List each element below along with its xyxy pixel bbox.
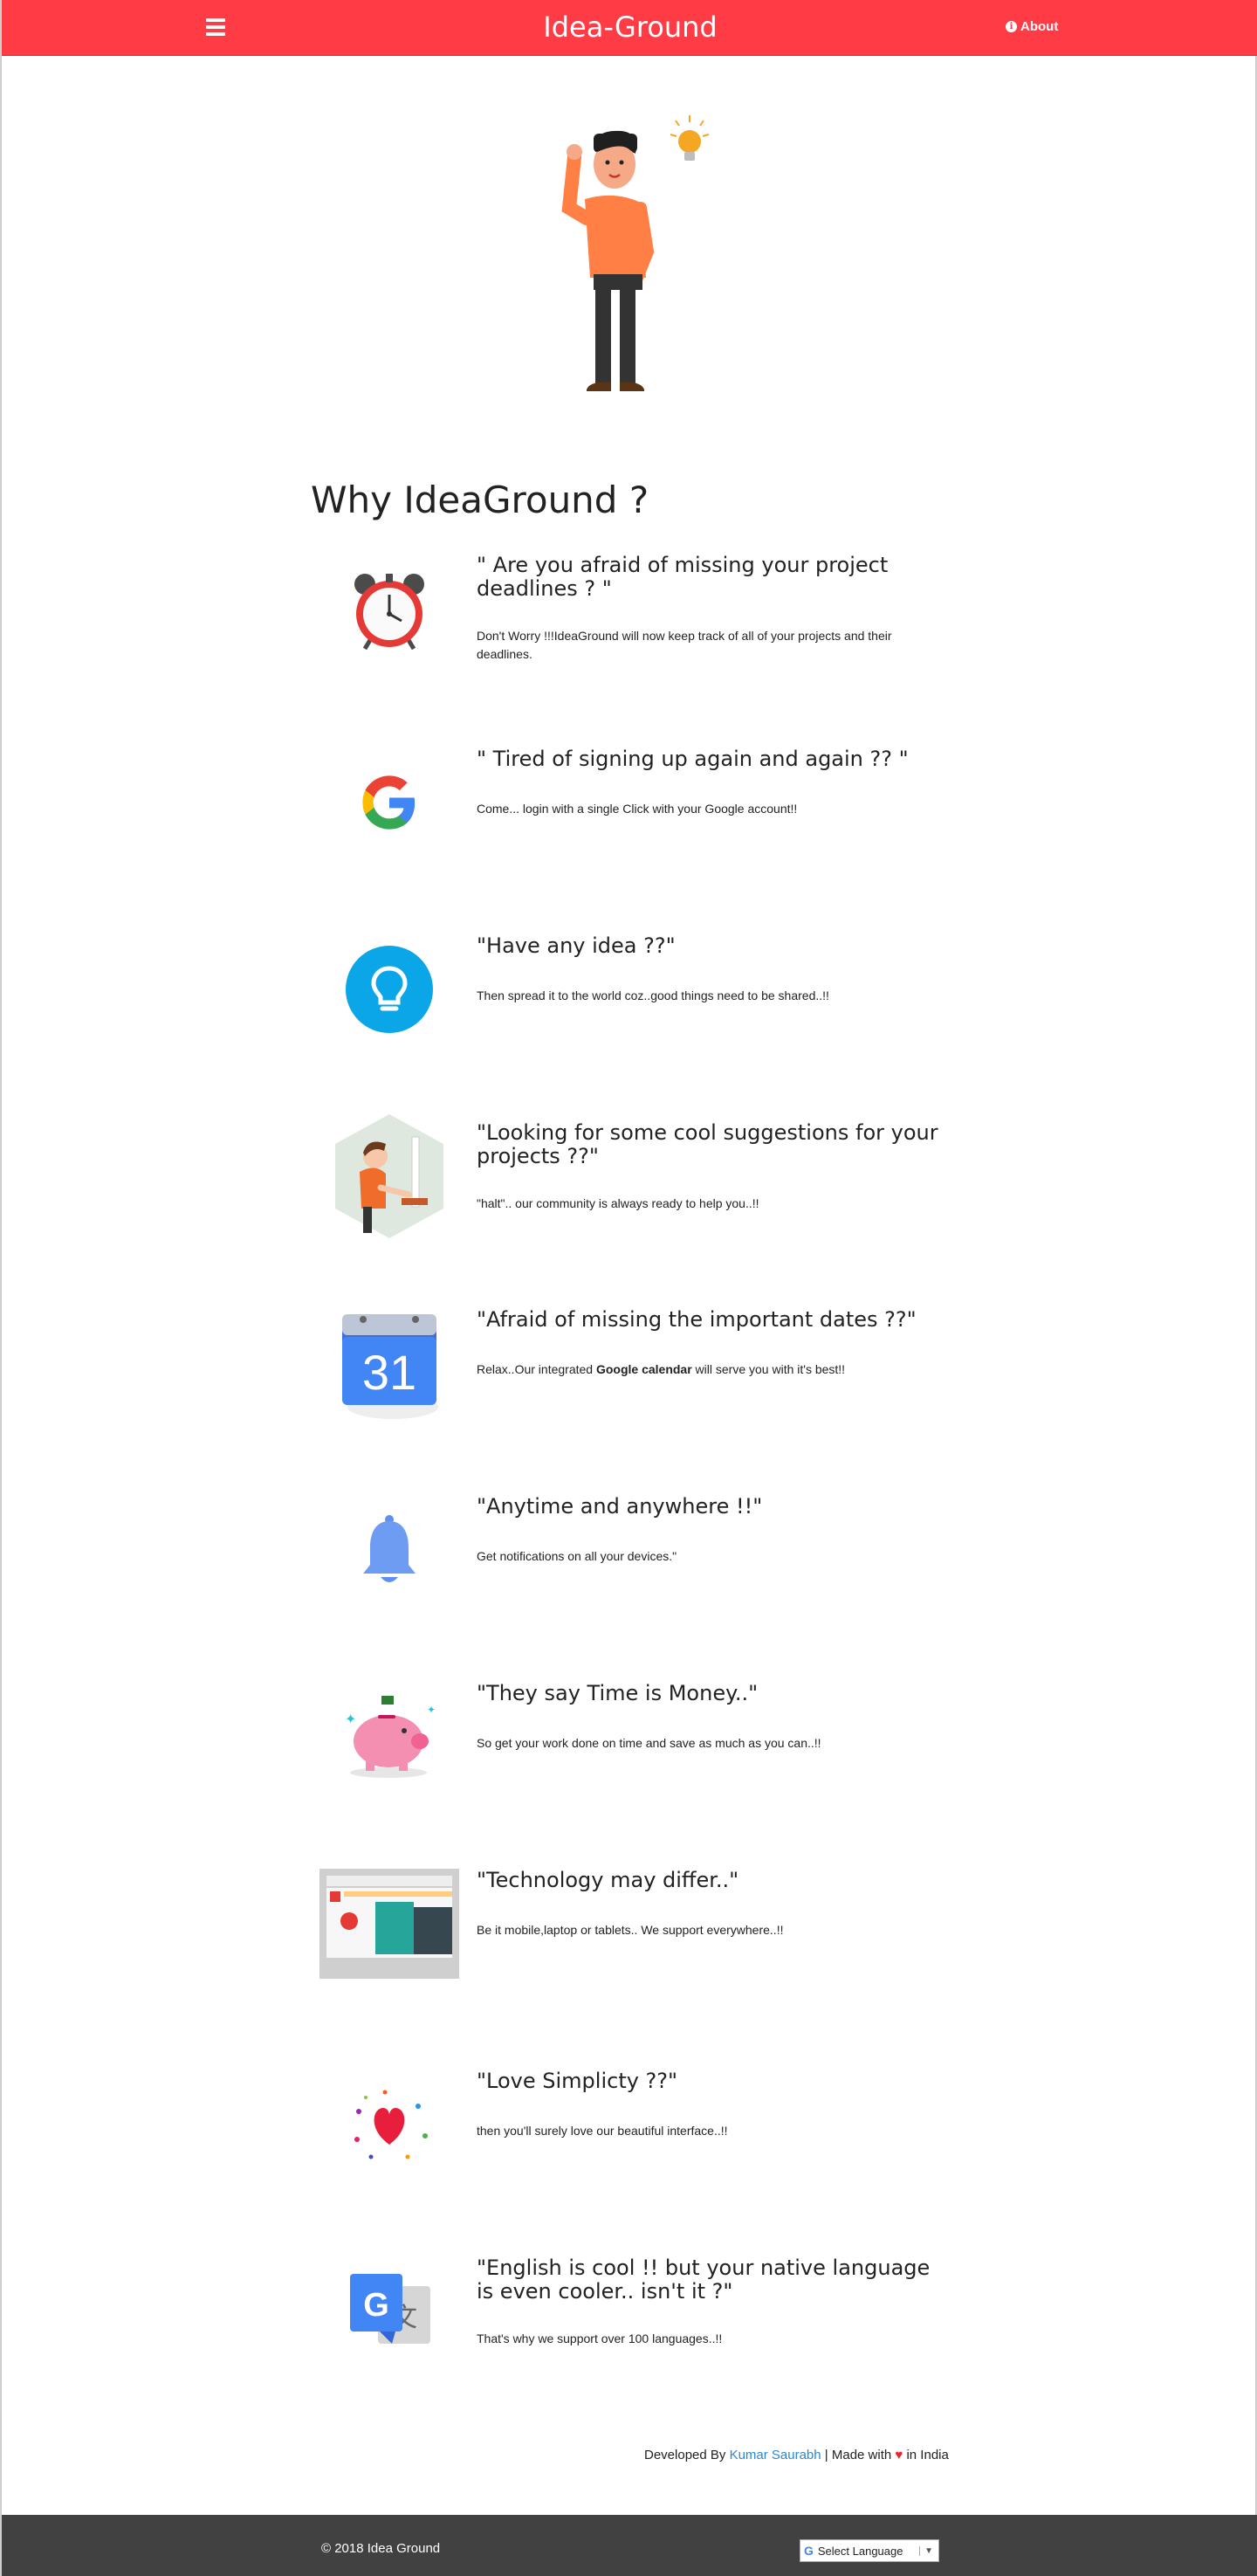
google-calendar-icon: 31 [311,1298,468,1429]
google-icon [311,737,468,868]
brand-container: Idea-Ground [2,10,1257,44]
feature-item: "Love Simplicty ??" then you'll surely l… [311,2059,948,2190]
feature-description: Relax..Our integrated Google calendar wi… [477,1360,948,1379]
heart-icon: ♥ [895,2448,903,2462]
credit-middle: | Made with [821,2448,896,2462]
feature-description: "halt".. our community is always ready t… [477,1196,759,1210]
svg-text:✦: ✦ [345,1711,356,1727]
feature-title: " Are you afraid of missing your project… [477,553,889,601]
about-link[interactable]: i About [1006,19,1058,34]
google-g-icon: G [804,2544,814,2558]
chevron-down-icon: ▼ [919,2545,933,2556]
page-footer: © 2018 Idea Ground G Select Language ▼ [2,2515,1257,2576]
feature-title: " Tired of signing up again and again ??… [477,747,909,771]
google-calendar-label: Google calendar [595,1362,692,1376]
feature-description: Get notifications on all your devices." [477,1549,677,1563]
feature-description-text: Relax..Our integrated [477,1362,596,1376]
feature-title: "They say Time is Money.." [477,1681,759,1705]
feature-title: "Technology may differ.." [477,1868,739,1892]
feature-item: "Technology may differ.." Be it mobile,l… [311,1858,948,1989]
feature-description: then you'll surely love our beautiful in… [477,2124,728,2138]
bell-icon [311,1484,468,1615]
feature-title: "English is cool !! but your native lang… [477,2256,931,2304]
feature-description: Come... login with a single Click with y… [477,802,798,816]
feature-item: " Tired of signing up again and again ??… [311,737,948,868]
about-label: About [1020,19,1059,34]
community-illustration-icon [311,1111,468,1242]
alarm-clock-icon [311,543,468,674]
svg-text:✦: ✦ [427,1704,436,1716]
feature-item: 31 "Afraid of missing the important date… [311,1298,948,1429]
credit-suffix: in India [903,2448,949,2462]
feature-item: ✦ ✦ "They say Time is Money.." So get yo… [311,1671,948,1802]
feature-item: " Are you afraid of missing your project… [311,543,948,674]
feature-description: So get your work done on time and save a… [477,1736,821,1750]
feature-title: "Afraid of missing the important dates ?… [477,1307,917,1332]
section-title: Why IdeaGround ? [311,479,649,521]
feature-item: 文 G "English is cool !! but your native … [311,2246,948,2377]
feature-title: "Anytime and anywhere !!" [477,1494,763,1519]
feature-item: "Anytime and anywhere !!" Get notificati… [311,1484,948,1615]
feature-item: "Looking for some cool suggestions for y… [311,1111,948,1242]
feature-title: "Have any idea ??" [477,933,676,958]
info-circle-icon: i [1006,21,1017,32]
hero-illustration [543,112,718,409]
google-translate-icon: 文 G [311,2246,468,2377]
feature-description: Be it mobile,laptop or tablets.. We supp… [477,1923,784,1937]
feature-description: Then spread it to the world coz..good th… [477,988,829,1002]
svg-text:31: 31 [362,1345,416,1400]
copyright-text: © 2018 Idea Ground [321,2541,441,2556]
top-navbar: Idea-Ground i About [2,0,1257,56]
author-link[interactable]: Kumar Saurabh [730,2448,821,2462]
developer-credit: Developed By Kumar Saurabh | Made with ♥… [644,2448,949,2462]
feature-item: "Have any idea ??" Then spread it to the… [311,924,948,1055]
feature-title: "Love Simplicty ??" [477,2069,678,2093]
brand-title[interactable]: Idea-Ground [543,10,717,44]
multi-device-screenshot-icon [311,1858,468,1989]
heart-confetti-icon [311,2059,468,2190]
lightbulb-icon [311,924,468,1055]
credit-prefix: Developed By [644,2448,730,2462]
language-select[interactable]: G Select Language ▼ [800,2539,939,2562]
feature-description: Don't Worry !!!IdeaGround will now keep … [477,629,892,661]
language-select-label: Select Language [817,2544,903,2558]
feature-description-text: will serve you with it's best!! [691,1362,846,1376]
feature-title: "Looking for some cool suggestions for y… [477,1120,938,1168]
man-with-lightbulb-illustration [561,115,710,391]
feature-description: That's why we support over 100 languages… [477,2331,723,2345]
svg-text:G: G [363,2287,389,2324]
piggy-bank-icon: ✦ ✦ [311,1671,468,1802]
